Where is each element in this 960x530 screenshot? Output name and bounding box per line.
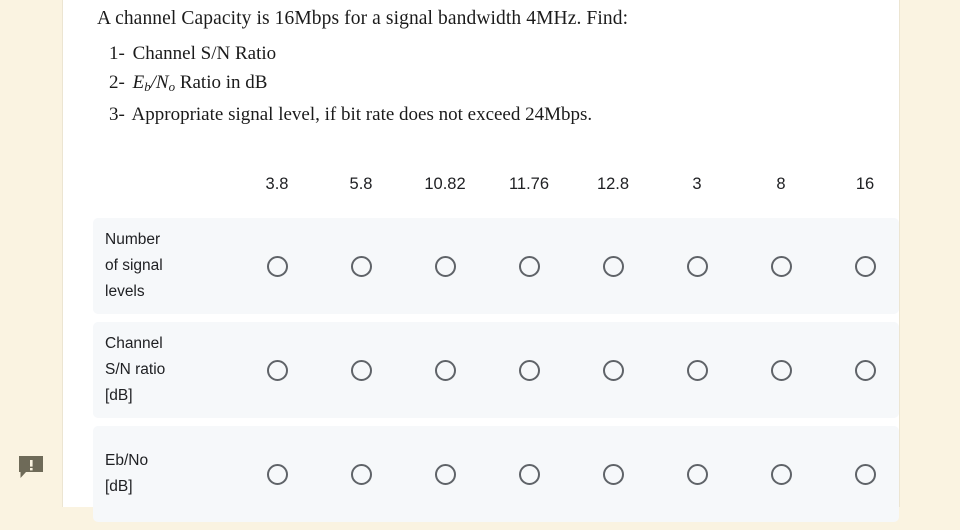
radio-button-r0c3[interactable]	[518, 255, 540, 277]
radio-button-r2c6[interactable]	[770, 463, 792, 485]
grid-option-r0c2[interactable]	[403, 255, 487, 277]
grid-option-r0c7[interactable]	[823, 255, 907, 277]
radio-button-r2c0[interactable]	[266, 463, 288, 485]
sub-item-2-number: 2-	[109, 71, 125, 93]
sub-item-2-text: Ratio in dB	[179, 71, 268, 93]
question-stem-line: A channel Capacity is 16Mbps for a signa…	[97, 8, 629, 29]
column-header-3: 11.76	[508, 174, 550, 193]
radio-button-r0c4[interactable]	[602, 255, 624, 277]
sub-item-3-text: Appropriate signal level, if bit rate do…	[131, 104, 593, 126]
grid-option-r2c7[interactable]	[823, 463, 907, 485]
question-stem: A channel Capacity is 16Mbps for a signa…	[97, 6, 867, 130]
grid-option-r2c2[interactable]	[403, 463, 487, 485]
grid-option-r0c6[interactable]	[739, 255, 823, 277]
column-header-6: 8	[776, 174, 786, 193]
column-header-2: 10.82	[424, 174, 466, 193]
grid-option-r2c1[interactable]	[319, 463, 403, 485]
grid-option-r1c0[interactable]	[235, 359, 319, 381]
radio-button-r2c1[interactable]	[350, 463, 372, 485]
column-header-4: 12.8	[596, 174, 630, 193]
radio-button-r1c2[interactable]	[434, 359, 456, 381]
column-header-7: 16	[855, 174, 875, 193]
row-label-2: Eb/No [dB]	[105, 452, 149, 495]
radio-button-r1c6[interactable]	[770, 359, 792, 381]
radio-button-r0c6[interactable]	[770, 255, 792, 277]
question-sub-item-2: 2- Eb/No Ratio in dB	[109, 69, 867, 102]
grid-column-headers: 3.8 5.8 10.82 11.76 12.8 3 8 16	[93, 162, 899, 206]
sub-item-1-number: 1-	[109, 43, 125, 64]
grid-option-r2c6[interactable]	[739, 463, 823, 485]
radio-button-r2c5[interactable]	[686, 463, 708, 485]
radio-button-r0c1[interactable]	[350, 255, 372, 277]
sub-item-2-math: Eb/No	[132, 71, 176, 94]
sub-item-3-number: 3-	[109, 104, 125, 126]
grid-option-r2c3[interactable]	[487, 463, 571, 485]
math-sub-o: o	[168, 78, 176, 94]
row-label-1: Channel S/N ratio [dB]	[105, 335, 166, 404]
grid-option-r0c0[interactable]	[235, 255, 319, 277]
grid-rows: Number of signal levels Channel S/N ratio [d…	[93, 218, 899, 522]
grid-option-r0c3[interactable]	[487, 255, 571, 277]
question-sub-items: 1- Channel S/N Ratio 2- Eb/No Ratio in d…	[97, 40, 867, 130]
grid-option-r0c4[interactable]	[571, 255, 655, 277]
grid-row-channel-sn-ratio: Channel S/N ratio [dB]	[93, 322, 899, 418]
question-card: A channel Capacity is 16Mbps for a signa…	[62, 0, 900, 522]
grid-option-r1c5[interactable]	[655, 359, 739, 381]
column-header-1: 5.8	[349, 174, 373, 193]
radio-button-r1c0[interactable]	[266, 359, 288, 381]
radio-button-r0c2[interactable]	[434, 255, 456, 277]
grid-row-eb-no: Eb/No [dB]	[93, 426, 899, 522]
grid-option-r1c4[interactable]	[571, 359, 655, 381]
radio-button-r1c7[interactable]	[854, 359, 876, 381]
feedback-speech-bubble-exclamation-icon[interactable]	[18, 455, 45, 480]
question-sub-item-1: 1- Channel S/N Ratio	[109, 40, 867, 69]
grid-option-r2c0[interactable]	[235, 463, 319, 485]
grid-option-r1c2[interactable]	[403, 359, 487, 381]
grid-option-r1c7[interactable]	[823, 359, 907, 381]
column-header-0: 3.8	[265, 174, 289, 193]
radio-button-r2c3[interactable]	[518, 463, 540, 485]
grid-option-r1c1[interactable]	[319, 359, 403, 381]
multiple-choice-grid: 3.8 5.8 10.82 11.76 12.8 3 8 16 Number of…	[93, 162, 899, 530]
math-var-no: N	[155, 71, 169, 93]
question-sub-item-3: 3- Appropriate signal level, if bit rate…	[109, 101, 867, 130]
sub-item-1-text: Channel S/N Ratio	[132, 43, 277, 64]
radio-button-r2c2[interactable]	[434, 463, 456, 485]
grid-option-r2c4[interactable]	[571, 463, 655, 485]
grid-option-r0c5[interactable]	[655, 255, 739, 277]
radio-button-r2c4[interactable]	[602, 463, 624, 485]
radio-button-r1c4[interactable]	[602, 359, 624, 381]
grid-option-r1c6[interactable]	[739, 359, 823, 381]
grid-option-r0c1[interactable]	[319, 255, 403, 277]
radio-button-r1c5[interactable]	[686, 359, 708, 381]
math-var-eb: E	[132, 71, 145, 93]
radio-button-r2c7[interactable]	[854, 463, 876, 485]
radio-button-r0c5[interactable]	[686, 255, 708, 277]
column-header-5: 3	[692, 174, 702, 193]
row-label-0: Number of signal levels	[105, 231, 163, 300]
grid-row-number-of-signal-levels: Number of signal levels	[93, 218, 899, 314]
radio-button-r0c7[interactable]	[854, 255, 876, 277]
radio-button-r1c1[interactable]	[350, 359, 372, 381]
radio-button-r1c3[interactable]	[518, 359, 540, 381]
quiz-page: A channel Capacity is 16Mbps for a signa…	[0, 0, 960, 522]
grid-option-r2c5[interactable]	[655, 463, 739, 485]
radio-button-r0c0[interactable]	[266, 255, 288, 277]
grid-option-r1c3[interactable]	[487, 359, 571, 381]
